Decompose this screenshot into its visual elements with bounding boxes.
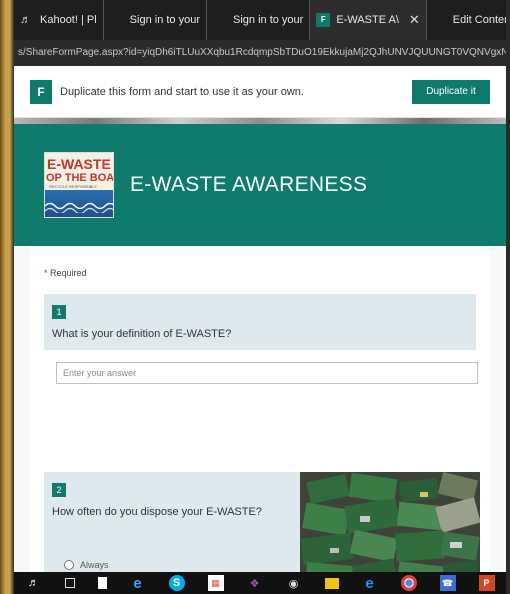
powerpoint-icon[interactable]: P xyxy=(478,575,495,591)
app-icon[interactable]: ❖ xyxy=(247,575,263,591)
form-logo-image: E-WASTE OP THE BOA RECYCLE RESPONSIBLY xyxy=(44,152,114,218)
windows-taskbar: ♬ e S ▦ ❖ ◉ e ☎ P xyxy=(14,572,506,594)
speaker-icon: ♬ xyxy=(20,14,31,26)
outlook-icon[interactable]: ☎ xyxy=(439,575,456,591)
page-content: F Duplicate this form and start to use i… xyxy=(14,66,506,572)
logo-text-line1: E-WASTE xyxy=(47,156,111,172)
edge-icon[interactable]: e xyxy=(130,575,146,592)
tab-sign-in-1[interactable]: Sign in to your xyxy=(104,0,207,40)
required-label: Required xyxy=(50,268,87,278)
forms-icon: F xyxy=(316,13,331,27)
tab-edit-content[interactable]: Edit Content - N xyxy=(427,0,506,40)
microsoft-logo-icon xyxy=(433,13,447,27)
file-icon[interactable] xyxy=(97,577,107,589)
option-always[interactable]: Always xyxy=(64,560,109,570)
forms-logo-icon: F xyxy=(30,79,52,104)
duplicate-text: Duplicate this form and start to use it … xyxy=(60,85,304,98)
ie-icon[interactable]: e xyxy=(362,575,378,592)
logo-text-line3: RECYCLE RESPONSIBLY xyxy=(49,184,97,189)
duplicate-bar: F Duplicate this form and start to use i… xyxy=(14,66,506,118)
question-number: 2 xyxy=(52,483,66,497)
required-asterisk: * xyxy=(44,268,48,278)
store-icon[interactable]: ▦ xyxy=(207,575,224,591)
window-frame-right xyxy=(506,0,510,594)
address-bar[interactable]: s/ShareFormPage.aspx?id=yiqDh6iTLUuXXqbu… xyxy=(14,40,506,66)
tab-label: E-WASTE A\ xyxy=(336,14,399,26)
tab-label: Sign in to your xyxy=(233,14,304,26)
question-card: 1 What is your definition of E-WASTE? xyxy=(44,294,476,350)
chrome-icon[interactable] xyxy=(400,575,417,591)
tab-label: Sign in to your xyxy=(129,14,200,26)
file-explorer-icon[interactable] xyxy=(324,577,339,589)
window-frame-left xyxy=(0,0,14,594)
skype-icon[interactable]: S xyxy=(168,575,185,591)
radio-button[interactable] xyxy=(64,560,74,570)
logo-text-line2: OP THE BOA xyxy=(46,172,114,184)
required-note: * Required xyxy=(44,268,476,278)
tab-label: Kahoot! | Pl xyxy=(40,14,97,26)
waves-graphic xyxy=(45,202,113,213)
form-body: * Required 1 What is your definition of … xyxy=(30,246,490,572)
question-text: How often do you dispose your E-WASTE? xyxy=(52,506,262,518)
duplicate-button[interactable]: Duplicate it xyxy=(412,79,490,104)
camera-icon[interactable]: ◉ xyxy=(286,575,302,591)
form-header: E-WASTE OP THE BOA RECYCLE RESPONSIBLY E… xyxy=(14,124,506,246)
browser-tab-bar: ♬ Kahoot! | Pl Sign in to your Sign in t… xyxy=(14,0,506,40)
question-card: 2 How often do you dispose your E-WASTE? xyxy=(44,472,300,572)
tab-kahoot[interactable]: ♬ Kahoot! | Pl xyxy=(14,0,104,40)
circuit-boards-image xyxy=(300,472,480,572)
question-number: 1 xyxy=(52,305,66,319)
form-title: E-WASTE AWARENESS xyxy=(130,173,368,196)
microsoft-logo-icon xyxy=(110,13,124,27)
question-text: What is your definition of E-WASTE? xyxy=(52,328,232,340)
url-text: s/ShareFormPage.aspx?id=yiqDh6iTLUuXXqbu… xyxy=(18,47,506,58)
tab-e-waste-awareness[interactable]: F E-WASTE A\ ✕ xyxy=(310,0,427,40)
question-row: 2 How often do you dispose your E-WASTE? xyxy=(44,472,480,572)
tab-sign-in-2[interactable]: Sign in to your xyxy=(207,0,311,40)
close-tab-icon[interactable]: ✕ xyxy=(409,12,420,28)
volume-icon[interactable]: ♬ xyxy=(26,575,42,591)
tab-label: Edit Content - N xyxy=(452,14,506,26)
microsoft-logo-icon xyxy=(213,13,227,27)
option-label: Always xyxy=(80,560,109,570)
task-view-icon[interactable] xyxy=(64,578,75,588)
answer-input[interactable]: Enter your answer xyxy=(56,362,478,384)
